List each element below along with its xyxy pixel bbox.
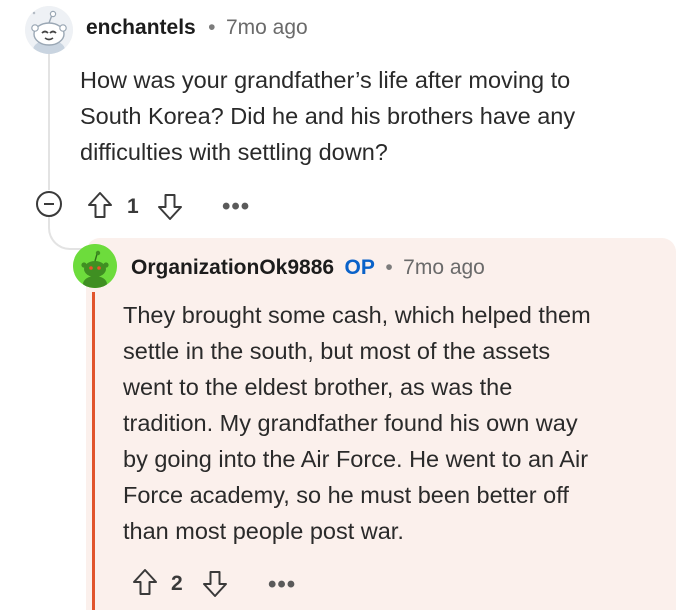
comment-line: than most people post war.	[123, 518, 404, 544]
comment-line: How was your grandfather’s life after mo…	[80, 67, 571, 93]
comment-header: enchantels • 7mo ago	[86, 16, 308, 40]
timestamp: 7mo ago	[225, 16, 308, 39]
vote-count: 1	[127, 195, 139, 218]
vote-count: 2	[171, 572, 183, 595]
more-icon[interactable]: •••	[222, 193, 250, 221]
username[interactable]: enchantels	[86, 16, 196, 39]
avatar[interactable]	[25, 6, 73, 54]
comment-body: How was your grandfather’s life after mo…	[80, 62, 575, 170]
snoo-avatar-icon	[73, 244, 117, 288]
comment-line: Force academy, so he must been better of…	[123, 482, 569, 508]
comment-line: went to the eldest brother, as was the	[123, 374, 513, 400]
highlight-bar	[92, 292, 95, 610]
upvote-icon[interactable]	[131, 567, 159, 602]
username[interactable]: OrganizationOk9886	[131, 256, 334, 279]
snoo-avatar-icon	[25, 6, 73, 54]
collapse-icon[interactable]	[36, 191, 62, 217]
comment-line: They brought some cash, which helped the…	[123, 302, 591, 328]
comment-header: OrganizationOk9886 OP • 7mo ago	[131, 256, 485, 280]
thread-connector	[48, 214, 82, 250]
downvote-icon[interactable]	[156, 192, 184, 227]
downvote-icon[interactable]	[201, 569, 229, 604]
comment-line: settle in the south, but most of the ass…	[123, 338, 551, 364]
timestamp: 7mo ago	[403, 256, 485, 279]
thread-line	[48, 50, 50, 190]
comment-line: by going into the Air Force. He went to …	[123, 446, 589, 472]
more-icon[interactable]: •••	[268, 571, 296, 599]
separator: •	[385, 256, 393, 279]
comment-body: They brought some cash, which helped the…	[123, 297, 591, 549]
op-badge: OP	[344, 256, 375, 279]
comment-line: South Korea? Did he and his brothers hav…	[80, 103, 576, 129]
avatar[interactable]	[73, 244, 117, 288]
separator: •	[208, 16, 216, 39]
comment-line: tradition. My grandfather found his own …	[123, 410, 578, 436]
comment-line: difficulties with settling down?	[80, 139, 388, 165]
upvote-icon[interactable]	[86, 190, 114, 225]
